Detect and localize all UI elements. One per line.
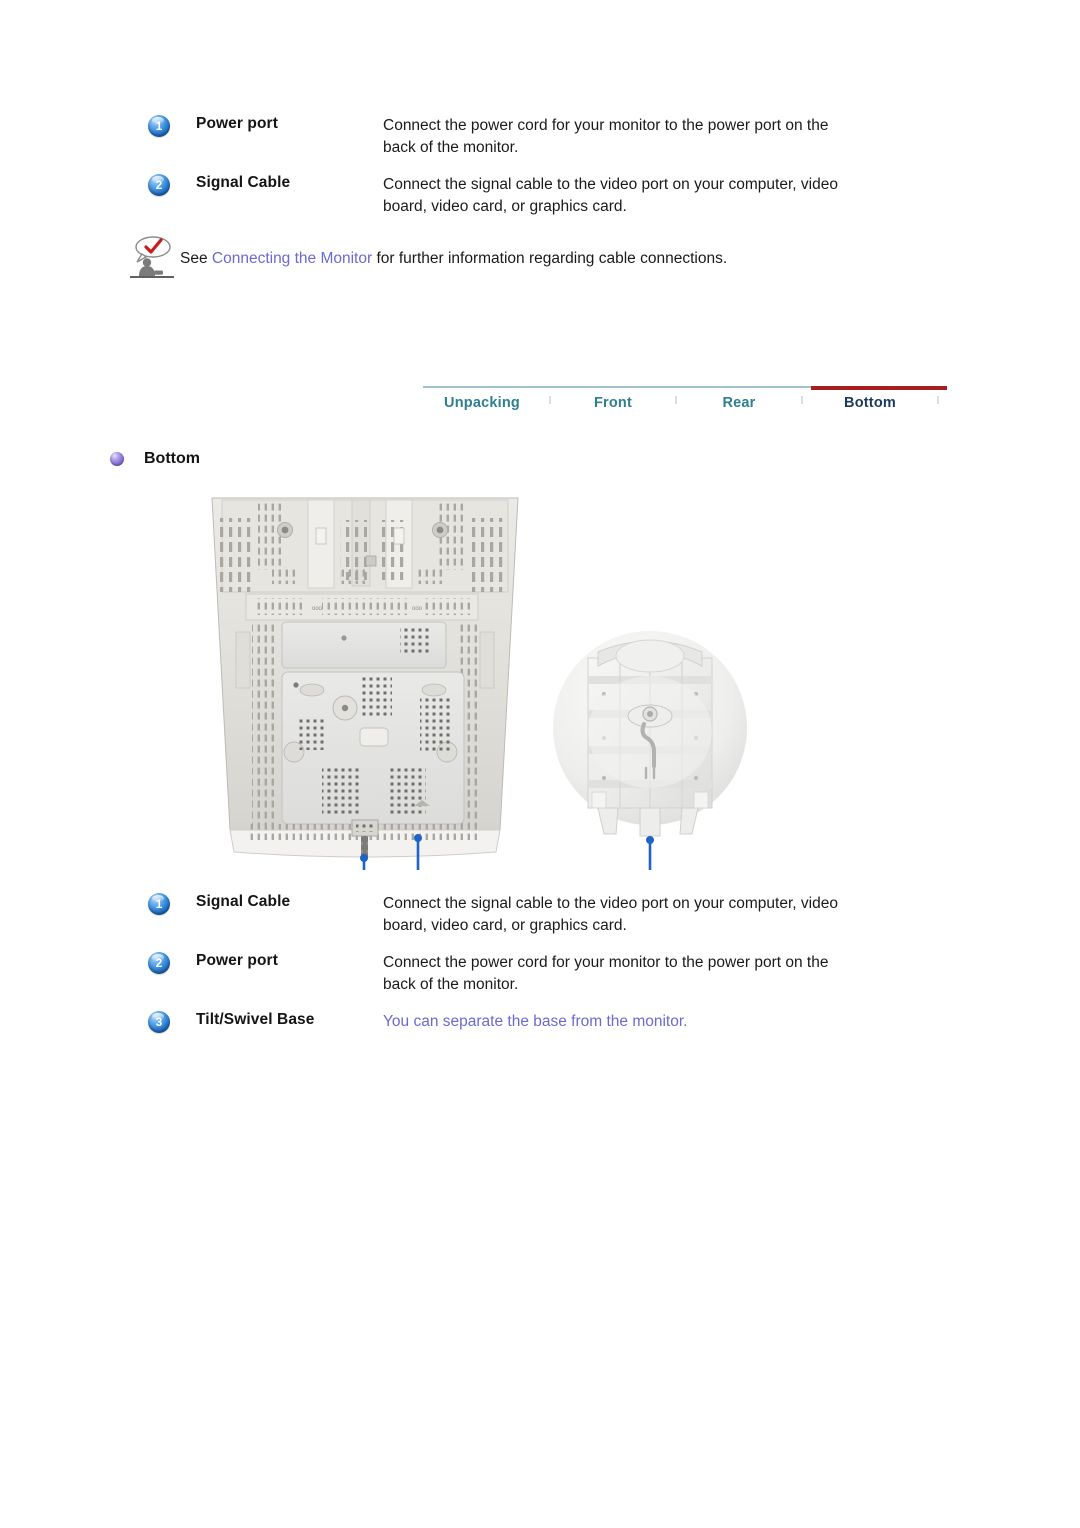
badge-cell: 1 [148, 891, 196, 915]
bottom-spec-row: 2 Power port Connect the power cord for yo… [148, 950, 848, 997]
tab-separator: l [929, 386, 947, 415]
top-spec-row: 2 Signal Cable Connect the signal cable to… [148, 172, 848, 219]
tab-front[interactable]: Front [559, 386, 667, 415]
tab-separator: l [667, 386, 685, 415]
bottom-spec-description: Connect the signal cable to the video po… [383, 895, 838, 935]
top-spec-description: Connect the power cord for your monitor … [383, 117, 829, 157]
badge-cell: 2 [148, 172, 196, 196]
tilt-swivel-base-closeup [553, 631, 747, 837]
page-title: Bottom [144, 450, 200, 467]
note-block: See Connecting the Monitor for further i… [128, 234, 888, 280]
monitor-bottom-illustration: ooo ooo [211, 497, 747, 870]
top-spec-term: Signal Cable [196, 173, 291, 191]
number-badge-1-icon: 1 [148, 115, 170, 137]
top-spec-description: Connect the signal cable to the video po… [383, 175, 838, 216]
top-connector-spec-list: 1 Power port Connect the power cord for yo… [148, 113, 848, 231]
monitor-chassis: ooo ooo [211, 497, 519, 858]
bottom-spec-description: Connect the power cord for your monitor … [383, 953, 829, 994]
tab-separator: l [793, 386, 811, 415]
tab-rear[interactable]: Rear [685, 386, 793, 415]
badge-cell: 2 [148, 950, 196, 974]
number-badge-2-icon: 2 [148, 951, 170, 974]
number-badge-2-icon: 2 [148, 173, 170, 196]
badge-cell: 3 [148, 1009, 196, 1033]
tab-unpacking[interactable]: Unpacking [423, 386, 541, 415]
tab-separator: l [541, 386, 559, 415]
section-heading: Bottom [110, 450, 200, 468]
note-prefix: See [180, 250, 212, 267]
bottom-spec-term: Signal Cable [196, 893, 291, 910]
number-badge-3-icon: 3 [148, 1010, 170, 1033]
badge-cell: 1 [148, 113, 196, 137]
top-spec-row: 1 Power port Connect the power cord for yo… [148, 113, 848, 160]
connecting-the-monitor-link[interactable]: Connecting the Monitor [212, 250, 372, 267]
note-text: See Connecting the Monitor for further i… [180, 234, 727, 270]
bottom-spec-row: 1 Signal Cable Connect the signal cable to… [148, 891, 848, 938]
bottom-spec-row: 3 Tilt/Swivel Base You can separate the ba… [148, 1009, 848, 1033]
monitor-bottom-figure: ooo ooo [200, 480, 800, 870]
top-spec-term: Power port [196, 115, 278, 132]
note-person-checkmark-icon [128, 234, 180, 280]
bottom-spec-term: Power port [196, 951, 278, 969]
number-badge-1-icon: 1 [148, 893, 170, 915]
bottom-spec-term: Tilt/Swivel Base [196, 1010, 315, 1028]
purple-orb-bullet-icon [110, 452, 124, 466]
bottom-connector-spec-list: 1 Signal Cable Connect the signal cable to… [148, 891, 848, 1045]
svg-text:ooo: ooo [412, 606, 423, 612]
section-tabbar[interactable]: Unpacking l Front l Rear l Bottom l [423, 386, 947, 415]
tab-bottom[interactable]: Bottom [811, 386, 929, 415]
note-suffix: for further information regarding cable … [372, 250, 728, 267]
bottom-spec-description: You can separate the base from the monit… [383, 1012, 688, 1030]
svg-text:ooo: ooo [312, 606, 323, 612]
